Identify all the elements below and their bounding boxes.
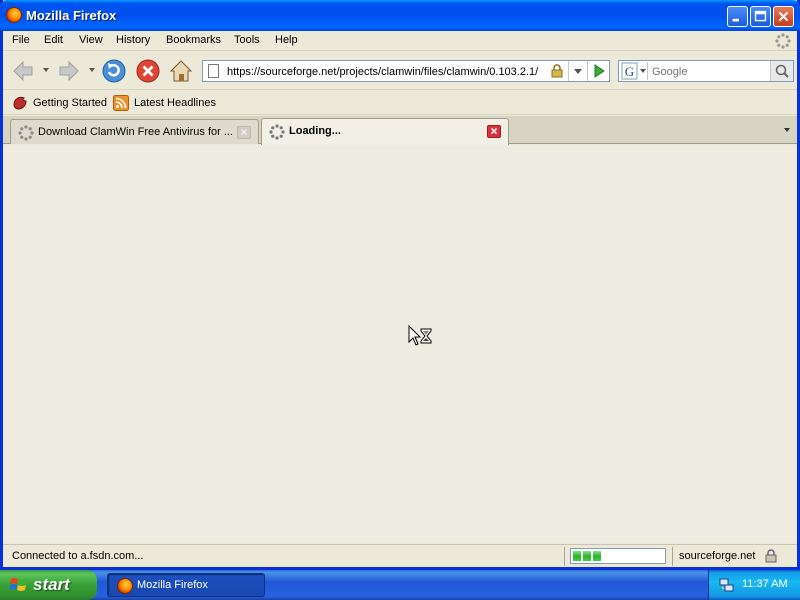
forward-history-dropdown[interactable] [89,68,95,72]
search-input[interactable] [652,64,767,79]
loading-progress-bar [570,548,666,564]
lock-icon[interactable] [550,64,564,78]
url-history-dropdown[interactable] [568,61,586,81]
go-arrow-icon [594,64,605,78]
progress-fill [573,551,663,561]
bookmark-latest-headlines[interactable]: Latest Headlines [113,95,216,111]
menu-view[interactable]: View [79,34,103,46]
stop-button[interactable] [134,57,162,85]
firefox-bookmark-icon [13,96,27,110]
tab-title: Loading... [289,125,341,137]
menu-history[interactable]: History [116,34,150,46]
chevron-down-icon [574,69,582,74]
start-label: start [33,575,70,594]
progress-segment [593,551,601,561]
loading-spinner-icon [18,125,34,141]
progress-segment [573,551,581,561]
firefox-window: Mozilla Firefox File Edit View History B… [0,0,800,570]
maximize-button[interactable] [750,6,771,27]
tab-title: Download ClamWin Free Antivirus for ... [38,126,233,138]
tab-bar: Download ClamWin Free Antivirus for ... … [3,116,797,145]
menu-file[interactable]: File [12,34,30,46]
minimize-button[interactable] [727,6,748,27]
bookmark-label: Getting Started [33,97,107,109]
status-bar: Connected to a.fsdn.com... sourceforge.n… [3,544,797,567]
page-content[interactable] [3,145,797,543]
page-icon [208,64,219,78]
window-title: Mozilla Firefox [26,8,117,23]
status-text: Connected to a.fsdn.com... [12,550,144,562]
clock: 11:37 AM [742,578,788,590]
menu-edit[interactable]: Edit [44,34,63,46]
search-box[interactable]: G [618,60,794,82]
tab-download-clamwin[interactable]: Download ClamWin Free Antivirus for ... [10,119,259,144]
url-input[interactable] [227,65,542,79]
close-window-button[interactable] [773,6,794,27]
google-engine-icon: G [621,62,646,80]
system-tray: 11:37 AM [708,570,800,600]
tab-list-button[interactable] [779,122,795,138]
network-icon[interactable] [719,577,735,593]
svg-text:G: G [625,64,634,79]
status-domain: sourceforge.net [679,550,756,562]
taskbar: start Mozilla Firefox 11:37 AM [0,570,800,600]
reload-button[interactable] [100,57,128,85]
firefox-app-icon [6,7,22,23]
title-bar[interactable]: Mozilla Firefox [0,0,800,31]
url-bar[interactable] [202,60,610,82]
status-divider [672,547,673,566]
tab-close-button[interactable] [237,126,251,139]
close-icon [240,129,248,136]
menu-bar: File Edit View History Bookmarks Tools H… [3,31,797,51]
security-lock-icon[interactable] [764,549,778,563]
firefox-app-icon [117,578,133,594]
menu-help[interactable]: Help [275,34,298,46]
maximize-icon [754,10,767,22]
forward-button[interactable] [55,57,83,85]
magnifier-icon [775,64,789,78]
bookmarks-toolbar: Getting Started Latest Headlines [3,91,797,115]
progress-segment [583,551,591,561]
status-divider [564,547,565,566]
minimize-icon [732,18,739,22]
bookmark-label: Latest Headlines [134,97,216,109]
bookmark-getting-started[interactable]: Getting Started [12,95,107,111]
activity-throbber-icon [775,33,791,49]
tab-loading[interactable]: Loading... [261,118,509,145]
windows-logo-icon [10,578,27,591]
close-icon [778,11,789,22]
navigation-toolbar: G [3,52,797,90]
search-button[interactable] [770,61,793,81]
taskbar-firefox-button[interactable]: Mozilla Firefox [107,573,265,597]
start-button[interactable]: start [0,570,97,600]
menu-tools[interactable]: Tools [234,34,260,46]
home-button[interactable] [167,57,195,85]
close-icon [490,127,498,135]
back-button[interactable] [9,57,37,85]
back-history-dropdown[interactable] [43,68,49,72]
tab-close-button[interactable] [487,125,501,138]
menu-bookmarks[interactable]: Bookmarks [166,34,221,46]
search-engine-selector[interactable]: G [620,62,648,80]
loading-spinner-icon [269,124,285,140]
busy-cursor-icon [408,325,432,346]
rss-feed-icon [113,95,129,111]
go-button[interactable] [587,61,609,81]
taskbar-button-label: Mozilla Firefox [137,579,208,591]
